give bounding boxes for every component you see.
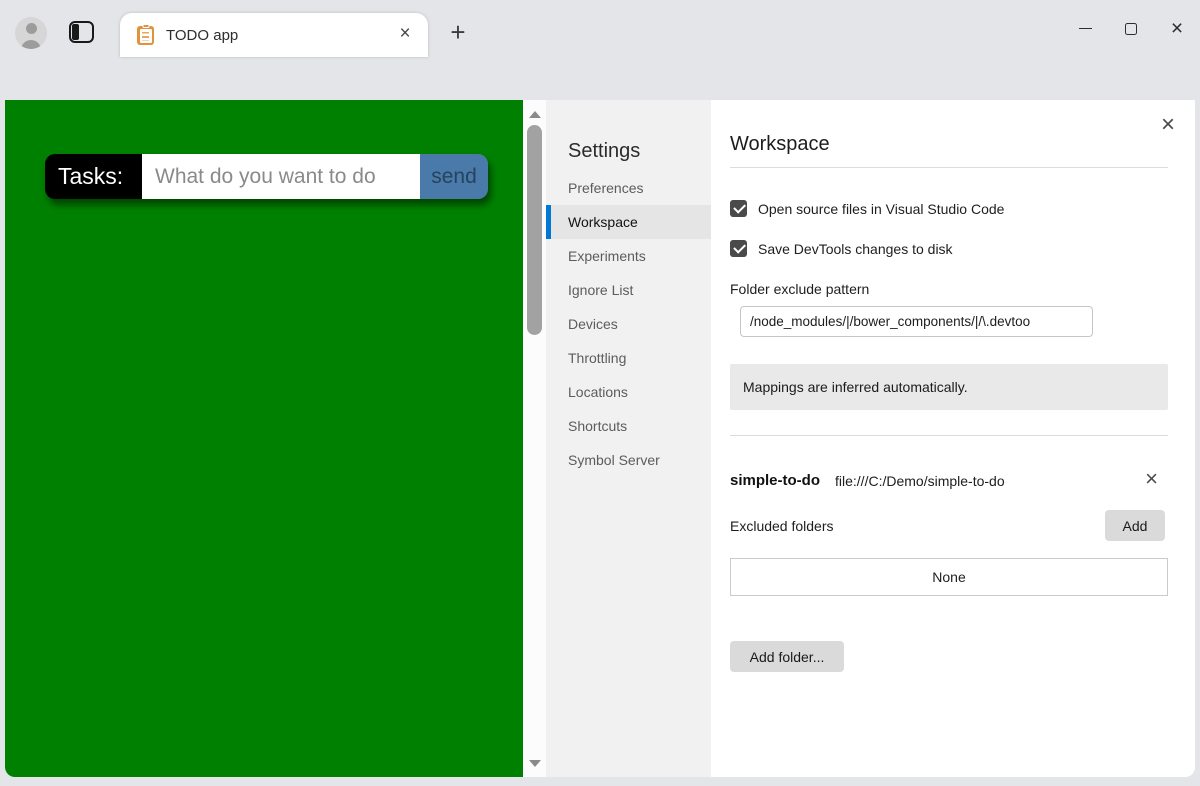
sidebar-item-experiments[interactable]: Experiments [546, 239, 711, 273]
folder-name: simple-to-do [730, 472, 820, 489]
excluded-folders-row: Excluded folders Add [730, 510, 1168, 541]
checkbox-row: Save DevTools changes to disk [730, 240, 1168, 257]
sidebar-item-ignore-list[interactable]: Ignore List [546, 273, 711, 307]
sidebar-item-symbol-server[interactable]: Symbol Server [546, 443, 711, 477]
window-close-button[interactable]: × [1154, 9, 1200, 49]
maximize-icon [1125, 23, 1137, 35]
sidebar-item-shortcuts[interactable]: Shortcuts [546, 409, 711, 443]
add-folder-button[interactable]: Add folder... [730, 641, 844, 672]
sidebar-item-locations[interactable]: Locations [546, 375, 711, 409]
checkbox-list: Open source files in Visual Studio Code S… [730, 200, 1168, 257]
sidebar-item-label: Symbol Server [568, 452, 660, 468]
send-button[interactable]: send [420, 154, 488, 199]
remove-folder-button[interactable]: × [1145, 466, 1158, 492]
window-maximize-button[interactable] [1108, 9, 1154, 49]
sidebar-item-throttling[interactable]: Throttling [546, 341, 711, 375]
scroll-up-icon[interactable] [529, 111, 541, 118]
clipboard-favicon-icon [137, 26, 154, 45]
sidebar-item-label: Workspace [568, 214, 638, 230]
scroll-down-icon[interactable] [529, 760, 541, 767]
workspace-panel: × Workspace Open source files in Visual … [711, 100, 1195, 777]
sidebar-item-devices[interactable]: Devices [546, 307, 711, 341]
settings-nav: Preferences Workspace Experiments Ignore Li… [546, 171, 711, 477]
add-excluded-folder-button[interactable]: Add [1105, 510, 1165, 541]
checkbox-checked-icon[interactable] [730, 240, 747, 257]
browser-toolbar: ← i File C:/Demo/simple-to-do/index.html… [0, 57, 1200, 100]
sidebar-item-preferences[interactable]: Preferences [546, 171, 711, 205]
sidebar-item-label: Ignore List [568, 282, 633, 298]
sidebar-item-workspace[interactable]: Workspace [546, 205, 711, 239]
mappings-info-box: Mappings are inferred automatically. [730, 364, 1168, 410]
tab-title: TODO app [166, 27, 238, 44]
close-icon: × [1171, 18, 1183, 39]
sidebar-item-label: Experiments [568, 248, 646, 264]
checkbox-label[interactable]: Save DevTools changes to disk [758, 241, 953, 257]
excluded-folders-label: Excluded folders [730, 518, 834, 534]
workspace-folder-row: simple-to-do file:///C:/Demo/simple-to-d… [730, 472, 1168, 489]
window-controls: × [1062, 0, 1200, 57]
tasks-label: Tasks: [45, 154, 142, 199]
checkbox-checked-icon[interactable] [730, 200, 747, 217]
minimize-icon [1079, 28, 1092, 29]
sidebar-item-label: Throttling [568, 350, 626, 366]
folder-exclude-input[interactable] [740, 306, 1093, 337]
checkbox-label[interactable]: Open source files in Visual Studio Code [758, 201, 1004, 217]
todo-page: Tasks: send [5, 100, 523, 777]
divider [730, 435, 1168, 436]
sidebar-item-label: Shortcuts [568, 418, 627, 434]
tab-close-icon[interactable]: × [394, 24, 416, 46]
browser-tab[interactable]: TODO app × [120, 13, 428, 57]
settings-close-button[interactable]: × [1155, 112, 1181, 138]
task-input[interactable] [142, 154, 420, 199]
profile-avatar-icon[interactable] [15, 17, 47, 49]
checkbox-row: Open source files in Visual Studio Code [730, 200, 1168, 217]
panel-title: Workspace [730, 133, 1168, 156]
window-minimize-button[interactable] [1062, 9, 1108, 49]
settings-title: Settings [568, 140, 711, 163]
excluded-folders-empty: None [730, 558, 1168, 596]
tab-actions-icon[interactable] [69, 21, 94, 43]
sidebar-item-label: Devices [568, 316, 618, 332]
folder-exclude-label: Folder exclude pattern [730, 281, 1168, 297]
selected-accent-bar [546, 205, 551, 239]
tab-strip: TODO app × + × [0, 0, 1200, 57]
sidebar-item-label: Locations [568, 384, 628, 400]
scrollbar-thumb[interactable] [527, 125, 542, 335]
browser-content: Tasks: send Settings Preferences Workspac… [5, 100, 1195, 777]
sidebar-item-label: Preferences [568, 180, 643, 196]
new-tab-button[interactable]: + [443, 18, 473, 48]
divider [730, 167, 1168, 168]
folder-path: file:///C:/Demo/simple-to-do [835, 473, 1005, 489]
settings-sidebar: Settings Preferences Workspace Experiments… [546, 100, 711, 777]
tasks-widget: Tasks: send [45, 154, 488, 199]
page-scrollbar[interactable] [523, 100, 546, 777]
